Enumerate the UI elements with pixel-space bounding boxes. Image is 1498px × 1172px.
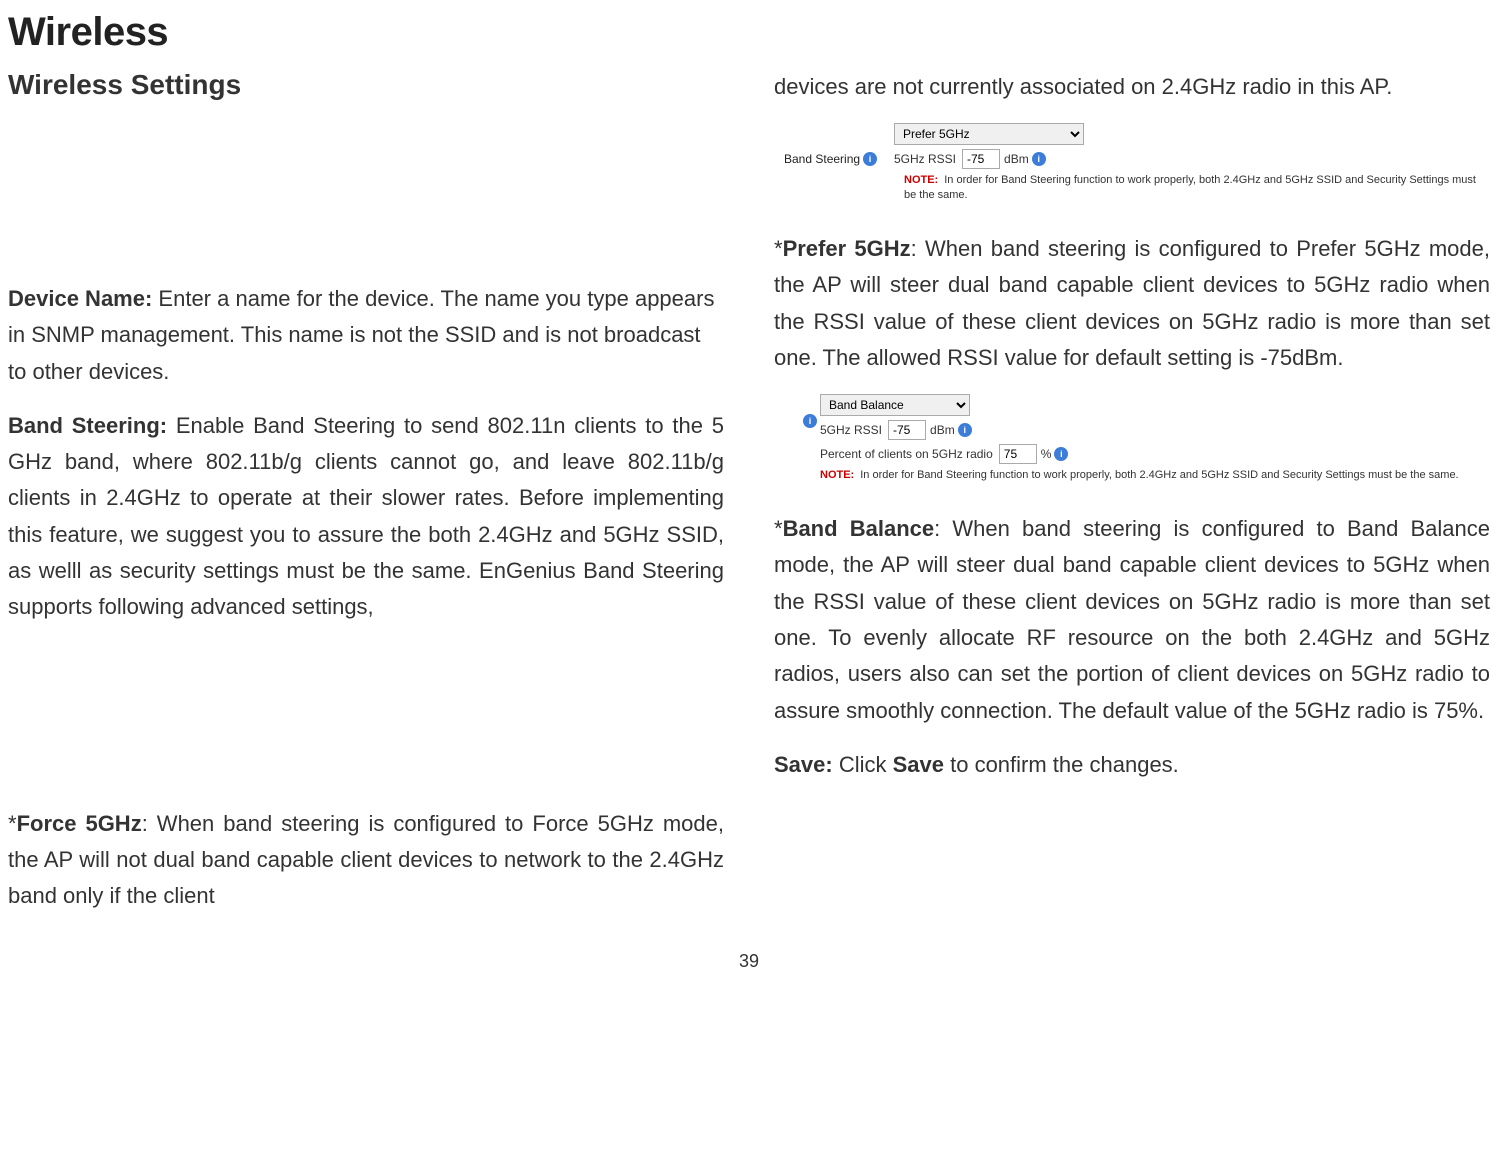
- save-text2: to confirm the changes.: [944, 752, 1179, 777]
- ss1-note: NOTE:In order for Band Steering function…: [774, 173, 1490, 203]
- ss1-main-row: Band Steering i 5GHz RSSI dBm i: [774, 149, 1490, 169]
- note-label: NOTE:: [820, 469, 854, 481]
- pct-label: Percent of clients on 5GHz radio: [820, 447, 993, 461]
- band-balance-label: Band Balance: [783, 516, 935, 541]
- info-icon[interactable]: i: [958, 423, 972, 437]
- page-title: Wireless: [8, 10, 1490, 55]
- right-column: devices are not currently associated on …: [774, 69, 1490, 933]
- band-steering-text-label: Band Steering: [784, 152, 860, 166]
- prefer-5ghz-paragraph: *Prefer 5GHz: When band steering is conf…: [774, 231, 1490, 376]
- left-column: Wireless Settings Device Name: Enter a n…: [8, 69, 724, 933]
- prefer-5ghz-label: Prefer 5GHz: [783, 236, 911, 261]
- rssi-label: 5GHz RSSI: [894, 152, 956, 166]
- ss2-body: Band Balance 5GHz RSSI dBm i Percent of …: [820, 394, 1490, 483]
- band-steering-screenshot-balance: i Band Balance 5GHz RSSI dBm i Percent o…: [774, 394, 1490, 483]
- band-balance-paragraph: *Band Balance: When band steering is con…: [774, 511, 1490, 729]
- force-5ghz-label: Force 5GHz: [17, 811, 142, 836]
- info-icon[interactable]: i: [1054, 447, 1068, 461]
- two-column-layout: Wireless Settings Device Name: Enter a n…: [8, 69, 1490, 933]
- save-bold: Save: [893, 752, 944, 777]
- band-steering-paragraph: Band Steering: Enable Band Steering to s…: [8, 408, 724, 626]
- pct-input[interactable]: [999, 444, 1037, 464]
- ss1-select-row: Prefer 5GHz: [774, 123, 1490, 145]
- rssi-label: 5GHz RSSI: [820, 423, 882, 437]
- pct-unit: %: [1041, 447, 1052, 461]
- band-steering-label: Band Steering:: [8, 413, 167, 438]
- band-balance-text: : When band steering is configured to Ba…: [774, 516, 1490, 722]
- ss2-left-icon: i: [774, 394, 820, 428]
- band-balance-mode-select[interactable]: Band Balance: [820, 394, 970, 416]
- info-icon[interactable]: i: [1032, 152, 1046, 166]
- ss2-pct-row: Percent of clients on 5GHz radio % i: [820, 444, 1490, 464]
- info-icon[interactable]: i: [803, 414, 817, 428]
- force-5ghz-paragraph: *Force 5GHz: When band steering is confi…: [8, 806, 724, 915]
- device-name-paragraph: Device Name: Enter a name for the device…: [8, 281, 724, 390]
- band-steering-text: Enable Band Steering to send 802.11n cli…: [8, 413, 724, 619]
- save-label: Save:: [774, 752, 833, 777]
- page-number: 39: [8, 951, 1490, 972]
- band-steering-screenshot-prefer5: Prefer 5GHz Band Steering i 5GHz RSSI dB…: [774, 123, 1490, 203]
- save-text1: Click: [833, 752, 893, 777]
- rssi-input[interactable]: [888, 420, 926, 440]
- band-balance-prefix: *: [774, 516, 783, 541]
- wireless-settings-heading: Wireless Settings: [8, 69, 724, 101]
- ss2-note: NOTE: In order for Band Steering function…: [820, 468, 1490, 483]
- continuation-text: devices are not currently associated on …: [774, 69, 1490, 105]
- rssi-input[interactable]: [962, 149, 1000, 169]
- info-icon[interactable]: i: [863, 152, 877, 166]
- prefer-5ghz-prefix: *: [774, 236, 783, 261]
- rssi-unit: dBm: [930, 423, 955, 437]
- note-text: In order for Band Steering function to w…: [904, 174, 1476, 201]
- note-label: NOTE:: [904, 174, 938, 186]
- device-name-label: Device Name:: [8, 286, 152, 311]
- ss2-rssi-row: 5GHz RSSI dBm i: [820, 420, 1490, 440]
- band-steering-row-label: Band Steering i: [784, 152, 894, 166]
- note-text: In order for Band Steering function to w…: [860, 469, 1458, 481]
- force-5ghz-prefix: *: [8, 811, 17, 836]
- band-steering-mode-select[interactable]: Prefer 5GHz: [894, 123, 1084, 145]
- ss2-select-row: Band Balance: [820, 394, 1490, 416]
- rssi-unit: dBm: [1004, 152, 1029, 166]
- save-paragraph: Save: Click Save to confirm the changes.: [774, 747, 1490, 783]
